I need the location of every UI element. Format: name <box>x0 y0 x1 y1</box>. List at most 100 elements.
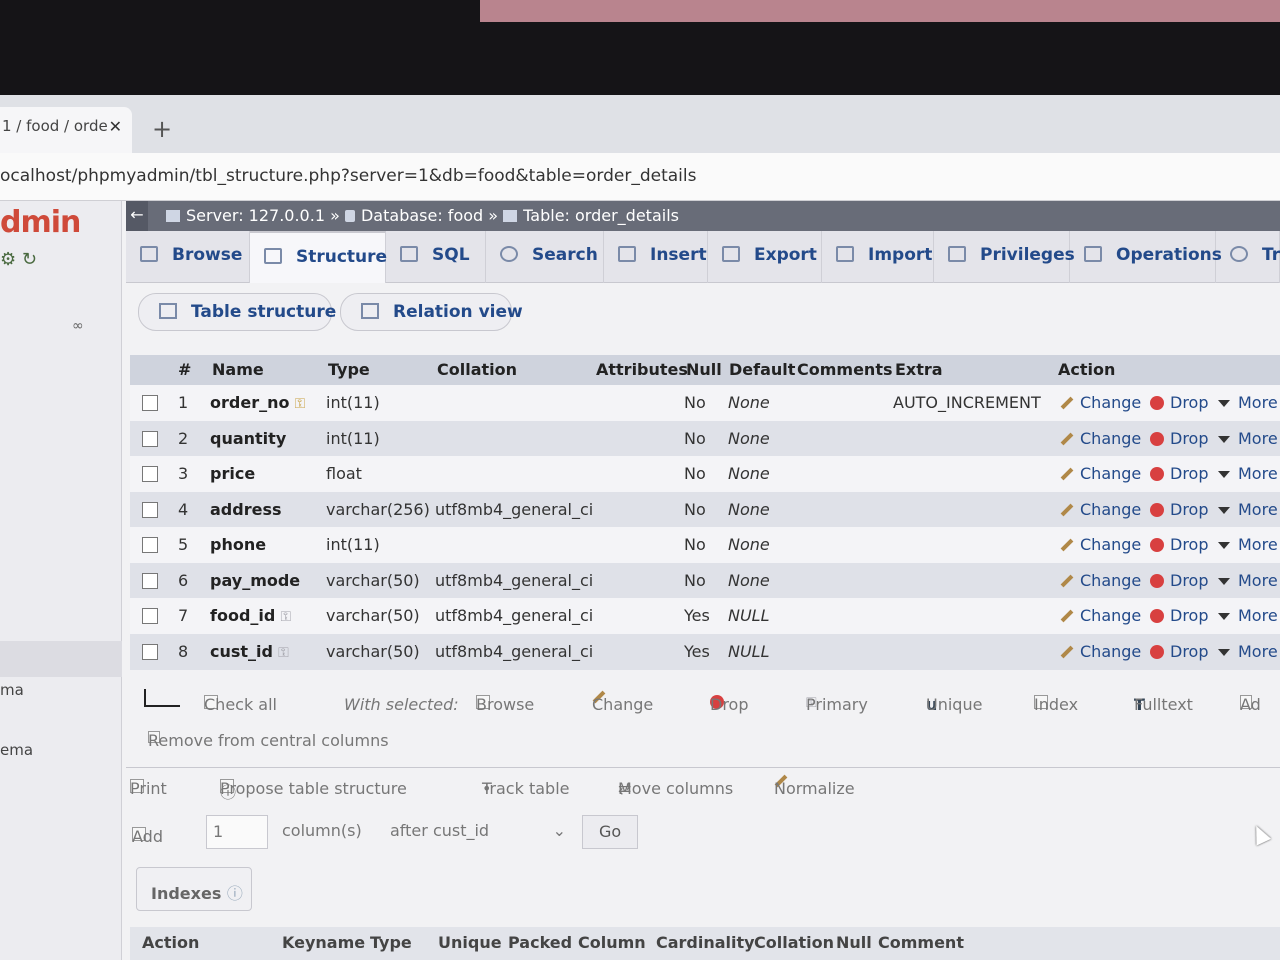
phpmyadmin-logo[interactable]: dmin <box>0 205 81 240</box>
link-icon[interactable]: ∞ <box>72 318 84 334</box>
table-row[interactable]: 7 food_id ⚿ varchar(50) utf8mb4_general_ci Y… <box>130 598 1280 634</box>
indexes-toggle[interactable]: Indexes ⓘ <box>136 867 252 911</box>
tab-privileges[interactable]: Privileges <box>934 231 1075 283</box>
tab-tracking[interactable]: Tra <box>1216 231 1280 283</box>
more-dropdown[interactable]: More <box>1218 642 1278 661</box>
drop-button[interactable]: Drop <box>1150 464 1209 483</box>
tab-import[interactable]: Import <box>822 231 934 283</box>
nav-item-schema-2[interactable]: ema <box>0 741 33 759</box>
drop-button[interactable]: Drop <box>1150 393 1209 412</box>
collapse-nav-button[interactable]: ← <box>126 201 148 231</box>
drop-button[interactable]: Drop <box>1150 571 1209 590</box>
column-name[interactable]: cust_id ⚿ <box>210 642 289 661</box>
after-column-select[interactable]: after cust_id ⌄ <box>384 815 574 849</box>
more-dropdown[interactable]: More <box>1218 500 1278 519</box>
table-row[interactable]: 1 order_no ⚿ int(11) No None AUTO_INCREMENT Ch… <box>130 385 1280 421</box>
close-icon[interactable]: ✕ <box>109 117 122 136</box>
column-name[interactable]: pay_mode <box>210 571 300 590</box>
bulk-add-label: Ad <box>1240 695 1261 714</box>
column-name[interactable]: price <box>210 464 255 483</box>
subtab-table-structure[interactable]: Table structure <box>138 293 336 331</box>
drop-button[interactable]: Drop <box>1150 606 1209 625</box>
nav-selected-highlight <box>0 641 122 677</box>
change-button[interactable]: Change <box>1060 606 1141 625</box>
row-checkbox[interactable] <box>142 501 158 518</box>
table-row[interactable]: 2 quantity int(11) No None Change Drop More <box>130 420 1280 457</box>
table-row[interactable]: 3 price float No None Change Drop More <box>130 456 1280 492</box>
change-button[interactable]: Change <box>1060 535 1141 554</box>
col-header-extra[interactable]: Extra <box>895 360 943 379</box>
change-button[interactable]: Change <box>1060 429 1141 448</box>
browser-tab[interactable]: 1 / food / orde ✕ <box>0 107 132 153</box>
table-row[interactable]: 8 cust_id ⚿ varchar(50) utf8mb4_general_ci Y… <box>130 633 1280 670</box>
column-name-text: quantity <box>210 428 287 448</box>
column-name[interactable]: phone <box>210 535 266 554</box>
row-number: 7 <box>178 606 189 625</box>
drop-button[interactable]: Drop <box>1150 642 1209 661</box>
column-count-input[interactable]: 1 <box>206 815 268 849</box>
col-header-attributes[interactable]: Attributes <box>596 360 688 379</box>
change-button[interactable]: Change <box>1060 571 1141 590</box>
tab-label: Tra <box>1262 245 1280 265</box>
privileges-icon <box>948 246 966 262</box>
table-row[interactable]: 6 pay_mode varchar(50) utf8mb4_general_ci No… <box>130 562 1280 599</box>
more-dropdown[interactable]: More <box>1218 429 1278 448</box>
address-bar[interactable]: ocalhost/phpmyadmin/tbl_structure.php?se… <box>0 153 1280 201</box>
change-button[interactable]: Change <box>1060 464 1141 483</box>
column-default: None <box>728 464 770 483</box>
help-icon[interactable]: ⓘ <box>227 884 243 903</box>
column-name[interactable]: order_no ⚿ <box>210 393 305 412</box>
column-name[interactable]: address <box>210 500 282 519</box>
tab-browse[interactable]: Browse <box>126 231 250 283</box>
breadcrumb-server[interactable]: Server: 127.0.0.1 <box>186 206 325 225</box>
nav-item-schema-1[interactable]: ma <box>0 681 24 699</box>
more-dropdown[interactable]: More <box>1218 606 1278 625</box>
row-checkbox[interactable] <box>142 537 158 553</box>
breadcrumb: ← Server: 127.0.0.1 » Database: food » T… <box>126 201 1280 231</box>
tab-search[interactable]: Search <box>486 231 604 283</box>
tab-sql[interactable]: SQL <box>386 231 486 283</box>
tab-label: Search <box>532 245 598 265</box>
row-checkbox[interactable] <box>142 572 158 589</box>
url-text[interactable]: ocalhost/phpmyadmin/tbl_structure.php?se… <box>0 166 696 186</box>
more-dropdown[interactable]: More <box>1218 464 1278 483</box>
row-checkbox[interactable] <box>142 430 158 447</box>
change-button[interactable]: Change <box>1060 642 1141 661</box>
breadcrumb-table[interactable]: Table: order_details <box>523 206 679 225</box>
row-checkbox[interactable] <box>142 395 158 411</box>
col-header-type[interactable]: Type <box>328 360 370 379</box>
col-header-name[interactable]: Name <box>212 360 264 379</box>
column-name[interactable]: food_id ⚿ <box>210 606 291 625</box>
subtab-relation-view[interactable]: Relation view <box>340 293 523 331</box>
tab-operations[interactable]: Operations <box>1070 231 1222 283</box>
nav-settings-icon[interactable]: ⚙ ↻ <box>0 249 37 270</box>
change-button[interactable]: Change <box>1060 500 1141 519</box>
more-dropdown[interactable]: More <box>1218 571 1278 590</box>
breadcrumb-database[interactable]: Database: food <box>361 206 483 225</box>
table-row[interactable]: 5 phone int(11) No None Change Drop More <box>130 527 1280 563</box>
drop-icon <box>1150 538 1164 552</box>
help-icon[interactable]: ⓘ <box>220 779 236 803</box>
idx-header-comment: Comment <box>878 933 964 952</box>
col-header-null[interactable]: Null <box>686 360 722 379</box>
col-header-collation[interactable]: Collation <box>437 360 517 379</box>
tab-insert[interactable]: Insert <box>604 231 708 283</box>
browse-icon <box>140 246 158 262</box>
table-row[interactable]: 4 address varchar(256) utf8mb4_general_ci No… <box>130 491 1280 528</box>
tab-structure[interactable]: Structure <box>250 231 387 283</box>
change-button[interactable]: Change <box>1060 393 1141 412</box>
col-header-default[interactable]: Default <box>729 360 795 379</box>
row-checkbox[interactable] <box>142 466 158 482</box>
new-tab-button[interactable]: + <box>152 115 172 143</box>
more-dropdown[interactable]: More <box>1218 393 1278 412</box>
row-checkbox[interactable] <box>142 643 158 660</box>
drop-button[interactable]: Drop <box>1150 535 1209 554</box>
go-button[interactable]: Go <box>582 815 638 849</box>
drop-button[interactable]: Drop <box>1150 500 1209 519</box>
drop-button[interactable]: Drop <box>1150 429 1209 448</box>
more-dropdown[interactable]: More <box>1218 535 1278 554</box>
column-name[interactable]: quantity <box>210 429 286 448</box>
tab-export[interactable]: Export <box>708 231 822 283</box>
col-header-comments[interactable]: Comments <box>797 360 893 379</box>
row-checkbox[interactable] <box>142 608 158 624</box>
